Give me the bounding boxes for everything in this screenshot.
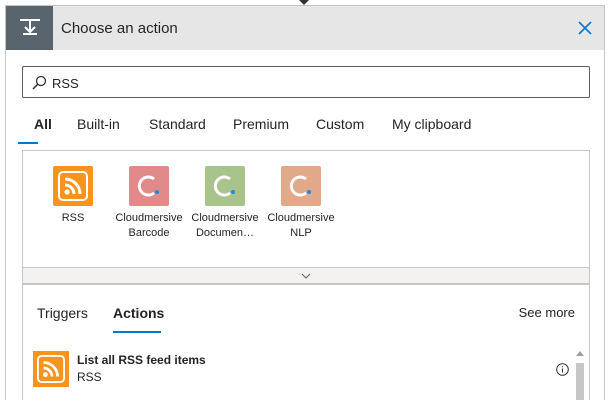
connector-cloudmersive-document[interactable]: Cloudmersive Documen… [185, 166, 265, 241]
action-title: List all RSS feed items [77, 353, 206, 367]
close-icon[interactable] [576, 19, 594, 37]
action-connector-name: RSS [77, 370, 102, 384]
scroll-up-arrow-icon[interactable] [576, 351, 584, 356]
action-list-item[interactable]: List all RSS feed items RSS [33, 351, 571, 393]
rss-icon [33, 351, 69, 387]
connector-label: RSS [61, 212, 85, 224]
search-input[interactable] [52, 73, 572, 93]
choose-action-panel: Choose an action All Built-in Standard P… [5, 5, 605, 400]
action-step-icon [6, 6, 53, 50]
cloudmersive-icon [205, 166, 245, 206]
search-icon [32, 75, 47, 90]
cloudmersive-icon [281, 166, 321, 206]
connector-grid: RSS Cloudmersive Barcode Cloudmersive Do… [22, 150, 590, 268]
connector-cloudmersive-barcode[interactable]: Cloudmersive Barcode [109, 166, 189, 241]
connector-label: Cloudmersive Barcode [115, 212, 183, 239]
tab-custom[interactable]: Custom [316, 116, 364, 132]
scrollbar[interactable] [574, 349, 586, 400]
panel-title: Choose an action [61, 20, 178, 37]
search-box[interactable] [22, 66, 590, 98]
info-icon[interactable] [556, 363, 569, 376]
cloudmersive-icon [129, 166, 169, 206]
chevron-down-icon [301, 273, 311, 279]
panel-header: Choose an action [6, 6, 604, 50]
scroll-thumb[interactable] [576, 363, 584, 400]
active-subtab-indicator [113, 331, 161, 333]
tab-actions[interactable]: Actions [113, 305, 164, 321]
expand-connectors-button[interactable] [22, 268, 590, 284]
active-tab-indicator [18, 142, 38, 144]
actions-section: Triggers Actions See more List all RSS f… [22, 284, 590, 400]
see-more-link[interactable]: See more [519, 305, 575, 320]
rss-icon [53, 166, 93, 206]
tab-standard[interactable]: Standard [149, 116, 206, 132]
tab-premium[interactable]: Premium [233, 116, 289, 132]
connector-label: Cloudmersive NLP [267, 212, 335, 239]
connector-cloudmersive-nlp[interactable]: Cloudmersive NLP [261, 166, 341, 241]
tab-all[interactable]: All [34, 116, 52, 132]
tab-built-in[interactable]: Built-in [77, 116, 120, 132]
tab-my-clipboard[interactable]: My clipboard [392, 116, 471, 132]
connector-rss[interactable]: RSS [33, 166, 113, 226]
tab-triggers[interactable]: Triggers [37, 305, 88, 321]
connector-label: Cloudmersive Documen… [191, 212, 259, 239]
